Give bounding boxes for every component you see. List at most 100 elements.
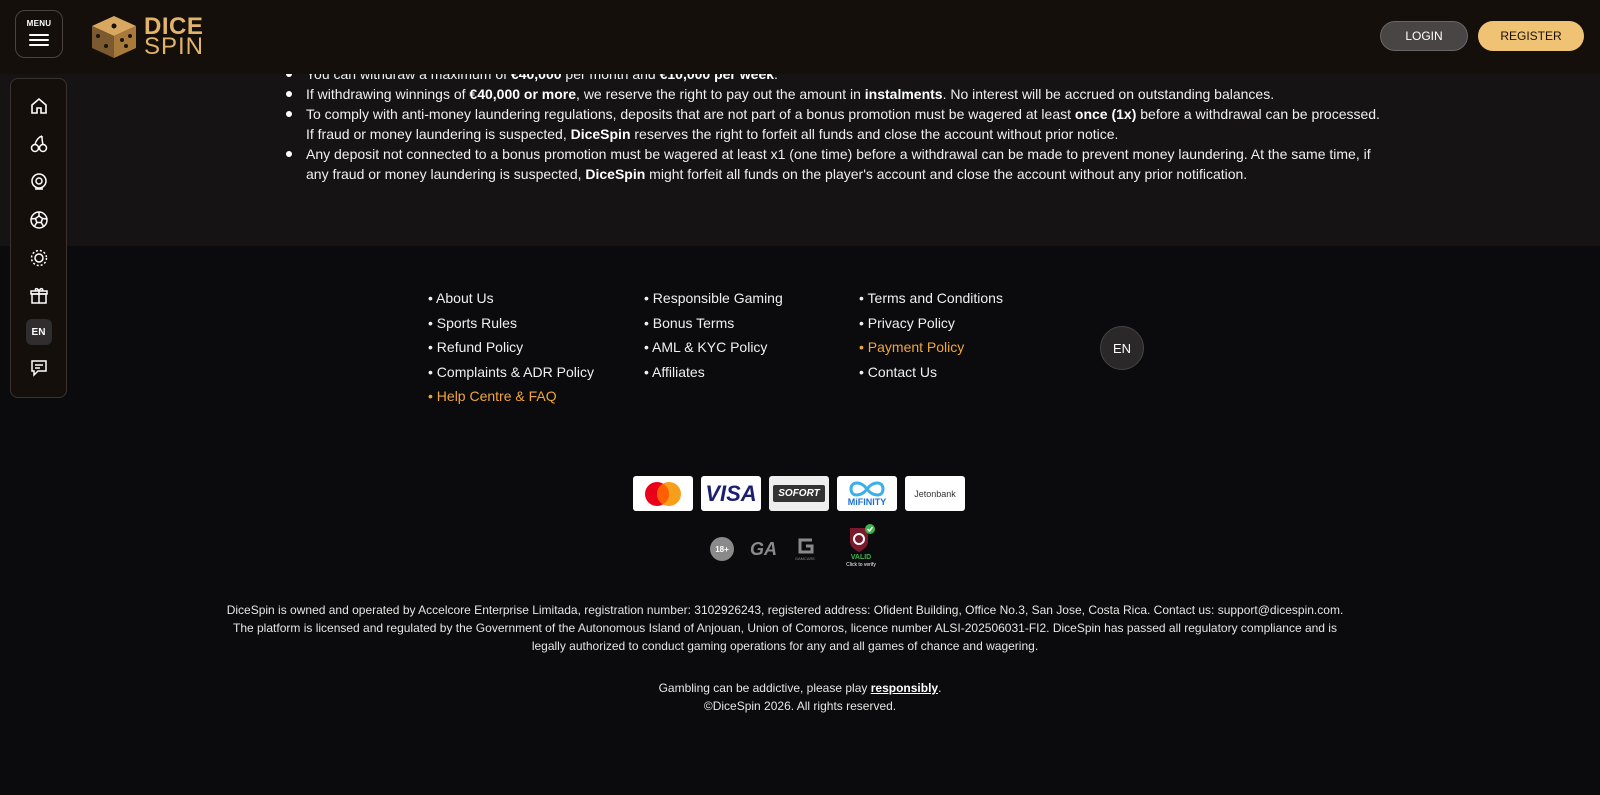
menu-label: MENU — [26, 19, 52, 28]
bullet-dot: • — [428, 388, 437, 404]
gamcare-text: GAMCARE — [794, 556, 816, 561]
footer-link-affiliates[interactable]: • Affiliates — [644, 360, 783, 385]
jetonbank-logo: Jetonbank — [905, 476, 965, 511]
sidebar-item-live-casino[interactable] — [24, 167, 54, 197]
age-18-badge: 18+ — [710, 537, 734, 561]
footer-link-complaints-adr-policy[interactable]: • Complaints & ADR Policy — [428, 360, 594, 385]
ga-badge[interactable]: GA — [750, 539, 777, 560]
terms-text: reserves the right to forfeit all funds … — [630, 126, 1119, 142]
bullet-dot: • — [644, 290, 653, 306]
bullet-dot: • — [644, 314, 653, 331]
sofort-text: SOFORT — [773, 485, 825, 502]
dicespin-logo[interactable]: DICE SPIN — [86, 12, 204, 62]
virtuals-icon — [30, 249, 47, 267]
sidebar-item-support[interactable] — [24, 353, 54, 383]
footer-link-label: AML & KYC Policy — [652, 339, 768, 355]
footer-link-responsible-gaming[interactable]: • Responsible Gaming — [644, 286, 783, 311]
footer-link-label: Responsible Gaming — [652, 290, 783, 306]
terms-list-item: To comply with anti-money laundering reg… — [286, 104, 1382, 144]
footer-link-label: Complaints & ADR Policy — [436, 363, 594, 380]
footer-link-bonus-terms[interactable]: • Bonus Terms — [644, 311, 783, 336]
terms-bold-text: once (1x) — [1074, 106, 1137, 122]
footer-links-column-3: • Terms and Conditions • Privacy Policy • … — [859, 286, 1003, 384]
responsibly-link[interactable]: responsibly — [871, 681, 938, 695]
menu-button[interactable]: MENU — [15, 10, 63, 58]
terms-text: , we reserve the right to pay out the am… — [576, 86, 865, 102]
regulatory-badges: 18+ GA GAMCARE VALID Click to verify — [708, 524, 898, 578]
terms-list-item: If withdrawing winnings of €40,000 or mo… — [286, 84, 1382, 104]
sidebar-item-sports[interactable] — [24, 205, 54, 235]
responsible-gambling-notice: Gambling can be addictive, please play r… — [0, 679, 1600, 715]
sidebar-item-home[interactable] — [24, 91, 54, 121]
footer-link-label: Help Centre & FAQ — [436, 388, 557, 404]
home-icon — [30, 97, 47, 114]
terms-text: might forfeit all funds on the player's … — [645, 166, 1248, 182]
mifinity-logo: MiFINITY — [837, 476, 897, 511]
terms-bold-text: DiceSpin — [585, 166, 646, 182]
mastercard-logo — [633, 476, 693, 511]
top-header: MENU DICE SPIN LOGIN REGISTER — [0, 0, 1600, 74]
sidebar-item-promotions[interactable] — [24, 281, 54, 311]
bullet-dot: • — [644, 339, 653, 355]
bullet-dot: • — [859, 290, 868, 306]
ga-text: GA — [750, 539, 777, 559]
cherry-slots-icon — [30, 135, 47, 153]
payment-methods: VISA SOFORT MiFINITY Jetonbank — [633, 476, 965, 511]
terms-text: To comply with anti-money laundering reg… — [306, 106, 1075, 122]
footer-links-column-1: • About Us • Sports Rules • Refund Policy •… — [428, 286, 594, 409]
sidebar-item-virtuals[interactable] — [24, 243, 54, 273]
sofort-logo: SOFORT — [769, 476, 829, 511]
footer-link-label: Terms and Conditions — [867, 290, 1003, 306]
legal-disclaimer: DiceSpin is owned and operated by Accelc… — [226, 603, 1344, 653]
footer-link-about-us[interactable]: • About Us — [428, 286, 594, 311]
visa-logo: VISA — [701, 476, 761, 511]
footer-link-aml-kyc-policy[interactable]: • AML & KYC Policy — [644, 335, 783, 360]
sidebar-item-slots[interactable] — [24, 129, 54, 159]
jetonbank-text: Jetonbank — [914, 488, 956, 499]
terms-list: You can withdraw a maximum of €40,000 pe… — [286, 64, 1382, 184]
sidebar-nav: EN — [10, 78, 67, 398]
gift-icon — [29, 287, 48, 304]
sidebar-language-toggle[interactable]: EN — [25, 319, 52, 345]
hamburger-icon — [29, 31, 49, 49]
copyright: ©DiceSpin 2026. All rights reserved. — [703, 699, 897, 713]
bullet-dot: • — [428, 339, 437, 355]
terms-text: . No interest will be accrued on outstan… — [942, 86, 1275, 102]
bullet-dot: • — [859, 363, 868, 380]
footer-link-label: Affiliates — [652, 363, 705, 380]
footer-link-label: Payment Policy — [867, 339, 965, 355]
footer-link-terms-and-conditions[interactable]: • Terms and Conditions — [859, 286, 1003, 311]
age-18-text: 18+ — [715, 544, 729, 554]
gamble-prefix: Gambling can be addictive, please play — [658, 681, 871, 695]
bullet-dot: • — [644, 363, 653, 380]
footer-link-label: Contact Us — [867, 363, 938, 380]
live-casino-icon — [30, 173, 47, 190]
login-button[interactable]: LOGIN — [1380, 21, 1468, 51]
footer-language-selector[interactable]: EN — [1100, 326, 1144, 370]
valid-text: VALID — [850, 554, 872, 561]
bullet-dot: • — [428, 314, 437, 331]
bullet-dot: • — [859, 339, 868, 355]
chat-support-icon — [30, 360, 47, 377]
footer-link-label: Bonus Terms — [652, 314, 735, 331]
click-to-verify-text: Click to verify — [846, 562, 876, 568]
footer-link-label: About Us — [436, 290, 494, 306]
gamcare-badge[interactable]: GAMCARE — [794, 536, 816, 561]
footer-link-privacy-policy[interactable]: • Privacy Policy — [859, 311, 1003, 336]
footer-link-help-centre-faq[interactable]: • Help Centre & FAQ — [428, 384, 594, 409]
visa-text: VISA — [705, 480, 757, 506]
footer-link-payment-policy[interactable]: • Payment Policy — [859, 335, 1003, 360]
footer-link-sports-rules[interactable]: • Sports Rules — [428, 311, 594, 336]
footer-links-column-2: • Responsible Gaming • Bonus Terms • AML &… — [644, 286, 783, 384]
sports-ball-icon — [29, 211, 48, 229]
register-button[interactable]: REGISTER — [1478, 21, 1584, 51]
shield-check-icon — [850, 524, 875, 552]
footer-link-label: Refund Policy — [436, 339, 524, 355]
footer-link-label: Sports Rules — [436, 314, 517, 331]
footer-link-contact-us[interactable]: • Contact Us — [859, 360, 1003, 385]
bullet-dot: • — [859, 314, 868, 331]
bullet-dot: • — [428, 290, 437, 306]
footer-link-refund-policy[interactable]: • Refund Policy — [428, 335, 594, 360]
gamble-suffix: . — [938, 681, 942, 695]
license-validation-badge[interactable]: VALID Click to verify — [846, 524, 876, 569]
